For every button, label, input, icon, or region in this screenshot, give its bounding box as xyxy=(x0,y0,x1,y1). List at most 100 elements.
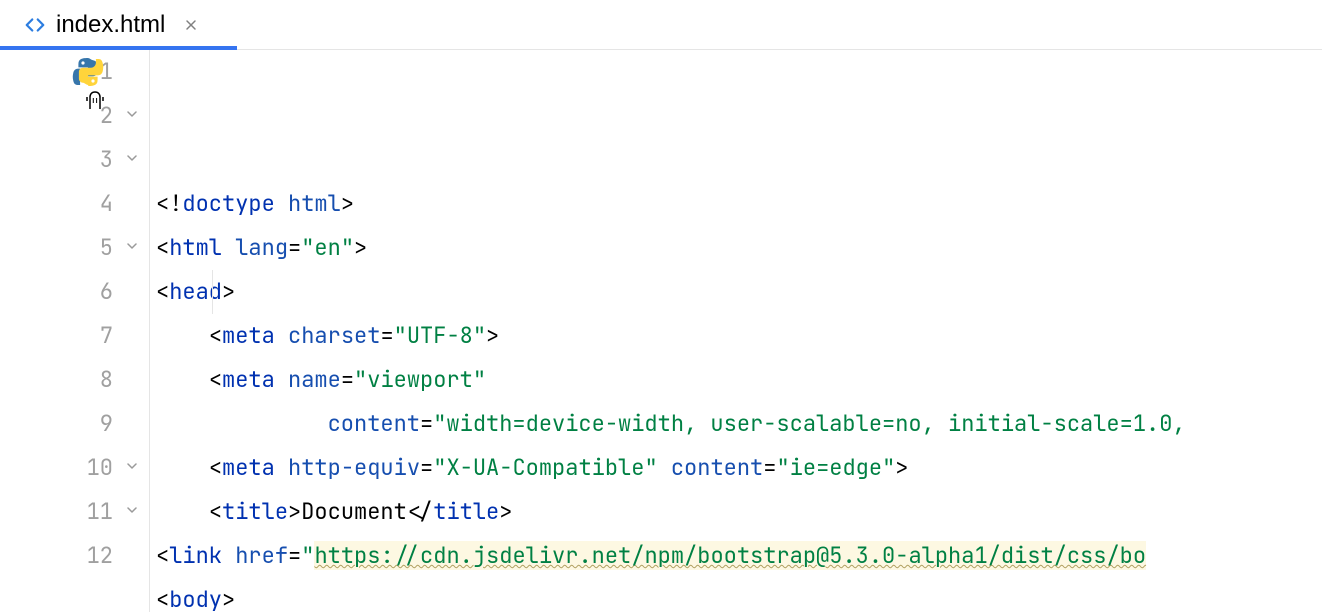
token: < xyxy=(209,321,222,350)
token: = xyxy=(341,365,354,394)
code-line[interactable]: <!doctype html> xyxy=(156,182,1322,226)
code-line[interactable]: <link href="https://cdn.jsdelivr.net/npm… xyxy=(156,534,1322,578)
code-line[interactable]: <title>Document</title> xyxy=(156,490,1322,534)
tab-bar: index.html xyxy=(0,0,1322,50)
token: "width=device-width, user-scalable=no, i… xyxy=(433,409,1185,438)
gutter-row[interactable]: 9 xyxy=(0,402,149,446)
token: = xyxy=(380,321,393,350)
token: " xyxy=(301,541,314,570)
token: content xyxy=(671,453,763,482)
token: "en" xyxy=(301,233,354,262)
line-number: 8 xyxy=(83,358,123,402)
token: < xyxy=(209,365,222,394)
gutter-row[interactable]: 8 xyxy=(0,358,149,402)
fold-chevron-icon[interactable] xyxy=(123,138,141,182)
tab-filename: index.html xyxy=(56,11,165,39)
token: </ xyxy=(407,497,433,526)
code-line[interactable]: content="width=device-width, user-scalab… xyxy=(156,402,1322,446)
token: = xyxy=(288,541,301,570)
close-icon[interactable] xyxy=(183,17,199,33)
gutter-row[interactable]: 12 xyxy=(0,534,149,578)
token: > xyxy=(895,453,908,482)
gutter-row[interactable]: 7 xyxy=(0,314,149,358)
code-line[interactable]: <html lang="en"> xyxy=(156,226,1322,270)
token: "X-UA-Compatible" xyxy=(433,453,671,482)
token: < xyxy=(209,497,222,526)
token: html xyxy=(169,233,235,262)
token: Document xyxy=(301,497,407,526)
token: head xyxy=(169,277,222,306)
gutter: 1 234 56 7 8 9 101112 xyxy=(0,50,150,612)
fold-chevron-icon[interactable] xyxy=(123,226,141,270)
gutter-row[interactable]: 11 xyxy=(0,490,149,534)
token: body xyxy=(169,585,222,612)
code-editor[interactable]: 1 234 56 7 8 9 101112 <!doctype html><ht… xyxy=(0,50,1322,612)
line-number: 4 xyxy=(83,182,123,226)
token: <! xyxy=(156,189,182,218)
code-area[interactable]: <!doctype html><html lang="en"><head> <m… xyxy=(150,50,1322,612)
fold-chevron-icon[interactable] xyxy=(123,490,141,534)
gutter-row[interactable]: 3 xyxy=(0,138,149,182)
token: https://cdn.jsdelivr.net/npm/bootstrap@5… xyxy=(314,541,1146,570)
token: > xyxy=(341,189,354,218)
gutter-row[interactable]: 2 xyxy=(0,94,149,138)
token: = xyxy=(288,233,301,262)
gutter-row[interactable]: 10 xyxy=(0,446,149,490)
gutter-row[interactable]: 5 xyxy=(0,226,149,270)
line-number: 10 xyxy=(83,446,123,490)
token: title xyxy=(433,497,499,526)
token: meta xyxy=(222,365,288,394)
token: "viewport" xyxy=(354,365,486,394)
gutter-row[interactable]: 4 xyxy=(0,182,149,226)
fold-chevron-icon[interactable] xyxy=(123,446,141,490)
token: link xyxy=(169,541,235,570)
line-number: 12 xyxy=(83,534,123,578)
token: < xyxy=(156,585,169,612)
gutter-row[interactable]: 6 xyxy=(0,270,149,314)
token: html xyxy=(288,189,341,218)
token: charset xyxy=(288,321,380,350)
token: meta xyxy=(222,453,288,482)
html-tag-icon xyxy=(24,14,46,36)
line-number: 7 xyxy=(83,314,123,358)
line-number: 6 xyxy=(83,270,123,314)
code-line[interactable]: <meta http-equiv="X-UA-Compatible" conte… xyxy=(156,446,1322,490)
line-number: 5 xyxy=(83,226,123,270)
token: = xyxy=(420,453,433,482)
token: > xyxy=(222,585,235,612)
gutter-row[interactable]: 1 xyxy=(0,50,149,94)
token: "ie=edge" xyxy=(776,453,895,482)
token: href xyxy=(235,541,288,570)
tab-index-html[interactable]: index.html xyxy=(0,0,217,49)
token: > xyxy=(354,233,367,262)
code-line[interactable]: <body> xyxy=(156,578,1322,612)
line-number: 9 xyxy=(83,402,123,446)
token: > xyxy=(486,321,499,350)
code-line[interactable]: <head> xyxy=(156,270,1322,314)
token: meta xyxy=(222,321,288,350)
token: title xyxy=(222,497,288,526)
token: > xyxy=(222,277,235,306)
token: "UTF-8" xyxy=(394,321,486,350)
token: = xyxy=(763,453,776,482)
line-number: 3 xyxy=(83,138,123,182)
token: doctype xyxy=(182,189,288,218)
token: > xyxy=(499,497,512,526)
code-line[interactable]: <meta name="viewport" xyxy=(156,358,1322,402)
token: = xyxy=(420,409,433,438)
code-line[interactable]: <meta charset="UTF-8"> xyxy=(156,314,1322,358)
token: < xyxy=(156,277,169,306)
token: http-equiv xyxy=(288,453,420,482)
python-icon[interactable] xyxy=(72,56,106,90)
line-number: 11 xyxy=(83,490,123,534)
token: < xyxy=(156,233,169,262)
line-number: 2 xyxy=(83,94,123,138)
token: lang xyxy=(235,233,288,262)
token: < xyxy=(209,453,222,482)
token: > xyxy=(288,497,301,526)
token: content xyxy=(328,409,420,438)
fold-chevron-icon[interactable] xyxy=(123,94,141,138)
indent-guide xyxy=(212,270,213,314)
token: name xyxy=(288,365,341,394)
token: < xyxy=(156,541,169,570)
